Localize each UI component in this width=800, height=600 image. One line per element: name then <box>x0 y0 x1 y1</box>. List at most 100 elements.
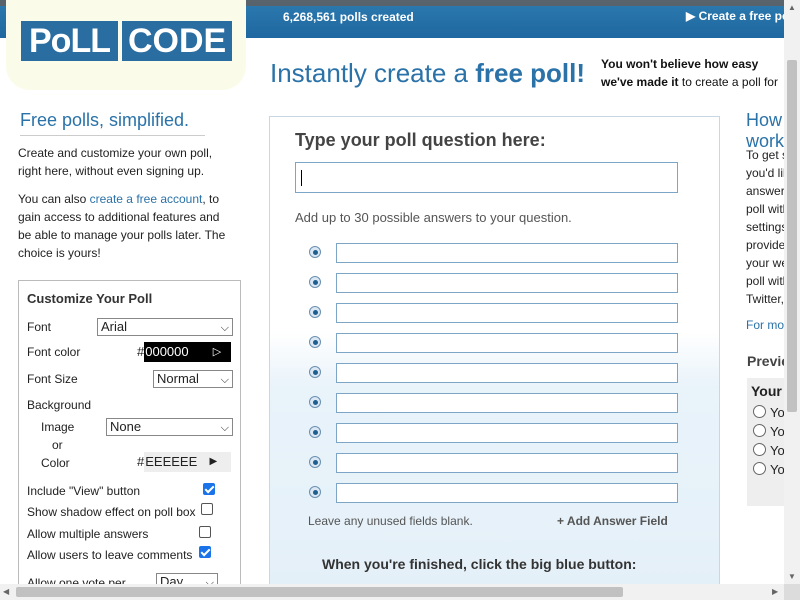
play-icon: ▶ <box>209 456 218 467</box>
answer-row <box>308 363 680 383</box>
answer-input[interactable] <box>336 423 678 443</box>
radio-icon <box>753 462 766 475</box>
account-prefix: You can also <box>18 192 90 206</box>
radio-icon <box>753 405 766 418</box>
preview-option[interactable]: Your answer <box>753 462 784 477</box>
preview-option[interactable]: Your answer <box>753 424 784 439</box>
intro-paragraph: Create and customize your own poll, righ… <box>18 146 213 178</box>
font-select[interactable]: Arial ⌵ <box>97 318 233 336</box>
preview-option-label: Your answer <box>770 462 784 477</box>
poll-count: 6,268,561 polls created <box>283 10 414 24</box>
bg-color-swatch[interactable]: EEEEEE ▶ <box>144 452 232 472</box>
preview-option[interactable]: Your answer <box>753 443 784 458</box>
horizontal-scroll-thumb[interactable] <box>16 587 623 597</box>
font-select-value: Arial <box>101 319 128 334</box>
bg-color-value: EEEEEE <box>145 454 198 469</box>
answer-input[interactable] <box>336 273 678 293</box>
chevron-down-icon: ⌵ <box>220 322 229 334</box>
chevron-down-icon: ⌵ <box>220 422 229 434</box>
multiple-answers-label: Allow multiple answers <box>27 527 149 541</box>
vertical-scroll-thumb[interactable] <box>787 60 797 412</box>
radio-icon <box>309 306 321 318</box>
answer-row <box>308 483 680 503</box>
customize-title: Customize Your Poll <box>27 291 153 306</box>
radio-icon <box>309 246 321 258</box>
preview-option[interactable]: Your answer <box>753 405 784 420</box>
radio-icon <box>753 443 766 456</box>
multiple-answers-checkbox[interactable] <box>199 526 211 538</box>
answer-input[interactable] <box>336 453 678 473</box>
how-line: provide you with <box>746 238 784 252</box>
answer-input[interactable] <box>336 363 678 383</box>
page-headline: Instantly create a free poll! <box>270 58 585 89</box>
background-image-select[interactable]: None ⌵ <box>106 418 233 436</box>
comments-label: Allow users to leave comments <box>27 548 193 562</box>
answer-row <box>308 393 680 413</box>
scrollbar-corner <box>784 584 800 600</box>
account-paragraph: You can also create a free account, to g… <box>18 190 228 262</box>
more-info-link[interactable]: For more info <box>746 318 784 332</box>
how-line: Twitter, or any <box>746 292 784 306</box>
headline-prefix: Instantly create a <box>270 58 476 88</box>
how-line: To get started, <box>746 148 784 162</box>
scroll-up-icon[interactable]: ▲ <box>788 3 796 12</box>
scroll-right-icon[interactable]: ▶ <box>772 587 778 596</box>
radio-icon <box>309 426 321 438</box>
create-poll-link[interactable]: ▶ Create a free poll <box>686 9 796 23</box>
question-input[interactable] <box>295 162 678 193</box>
font-label: Font <box>27 320 52 334</box>
radio-icon <box>753 424 766 437</box>
answer-row <box>308 243 680 263</box>
shadow-checkbox[interactable] <box>201 503 213 515</box>
font-color-label: Font color <box>27 345 81 359</box>
how-line: you'd like to ask, <box>746 166 784 180</box>
comments-checkbox[interactable] <box>199 546 211 558</box>
scroll-down-icon[interactable]: ▼ <box>788 572 796 581</box>
answer-input[interactable] <box>336 393 678 413</box>
bg-color-field[interactable]: #EEEEEE ▶ <box>137 452 232 472</box>
preview-option-label: Your answer <box>770 443 784 458</box>
answers-hint: Add up to 30 possible answers to your qu… <box>295 210 572 225</box>
create-account-link[interactable]: create a free account <box>90 192 203 206</box>
font-color-field[interactable]: #000000 ▷ <box>137 342 232 362</box>
how-line: answers in the <box>746 184 784 198</box>
scroll-left-icon[interactable]: ◀ <box>3 587 9 596</box>
answer-input[interactable] <box>336 483 678 503</box>
font-size-select[interactable]: Normal ⌵ <box>153 370 233 388</box>
radio-icon <box>309 396 321 408</box>
preview-poll-title: Your question <box>751 383 784 399</box>
how-line: poll with a link <box>746 274 784 288</box>
how-it-works-text: To get started, you'd like to ask, answe… <box>746 146 784 308</box>
logo[interactable]: PoLL CODE <box>21 21 233 61</box>
how-line: settings on the <box>746 220 784 234</box>
answer-row <box>308 423 680 443</box>
logo-part-poll: PoLL <box>21 21 118 61</box>
question-title: Type your poll question here: <box>295 130 546 150</box>
left-title: Free polls, simplified. <box>20 110 205 136</box>
include-view-checkbox[interactable] <box>203 483 215 495</box>
radio-icon <box>309 276 321 288</box>
bg-color-hash: # <box>137 454 145 469</box>
answer-input[interactable] <box>336 243 678 263</box>
answer-row <box>308 273 680 293</box>
font-color-swatch[interactable]: 000000 ▷ <box>144 342 232 362</box>
answer-input[interactable] <box>336 303 678 323</box>
background-label: Background <box>27 398 92 412</box>
add-answer-field-button[interactable]: + Add Answer Field <box>557 514 668 528</box>
create-poll-link-label: Create a free poll <box>698 9 796 23</box>
font-size-label: Font Size <box>27 372 78 386</box>
radio-icon <box>309 336 321 348</box>
background-image-value: None <box>110 419 142 434</box>
preview-option-label: Your answer <box>770 405 784 420</box>
or-label: or <box>52 438 63 452</box>
intro-blurb: You won't believe how easy we've made it… <box>601 55 784 89</box>
how-line: your website, <box>746 256 784 270</box>
font-size-value: Normal <box>157 371 199 386</box>
finished-instruction: When you're finished, click the big blue… <box>322 556 637 572</box>
text-caret <box>301 170 302 186</box>
answer-input[interactable] <box>336 333 678 353</box>
poll-preview: Your question Your answer Your answer Yo… <box>747 378 784 506</box>
customize-panel: Customize Your Poll Font Arial ⌵ Font col… <box>18 280 241 590</box>
radio-icon <box>309 486 321 498</box>
image-label: Image <box>41 420 75 434</box>
